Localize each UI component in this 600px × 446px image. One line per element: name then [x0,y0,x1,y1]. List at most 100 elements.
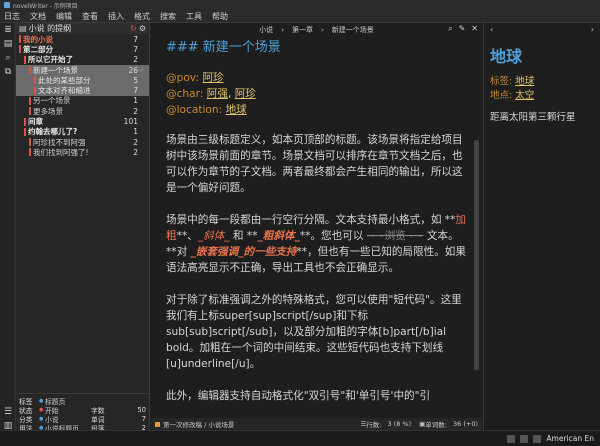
breadcrumb-separator: › [281,25,284,34]
menu-item[interactable]: 插入 [108,11,124,22]
location-line: @location: 地球 [166,104,247,116]
novel-view-icon[interactable]: ▤ [0,37,16,51]
lines-label: 行数: [366,421,382,429]
tag-line: 标签: 地球 [490,76,535,87]
viewer-nav: ‹ › [490,25,594,37]
words-label: 单词数: [425,421,447,429]
status-marker [29,148,31,157]
novel-icon: ▤ [19,24,27,33]
tree-row-label: 阿珍找不到阿强 [33,137,86,147]
paragraph: 对于除了标准强调之外的特殊格式，您可以使用"短代码"。这里我们有上标super[… [166,294,462,370]
app-icon [4,2,10,8]
menu-item[interactable]: 文档 [30,11,46,22]
close-icon[interactable]: ✕ [471,24,478,34]
paragraph: 此外，编辑器支持自动格式化"双引号"和'单引号'中的"引 [166,390,431,402]
tree-row[interactable]: 文本对齐和缩进 7 [16,85,149,96]
settings-icon[interactable]: ⚙ [139,24,146,33]
pov-line: @pov: 阿珍 [166,72,224,84]
title-bar: novelWriter - 示例项目 [0,0,600,10]
outline-icon[interactable]: ⧉ [0,65,16,79]
editor-scrollbar[interactable] [474,140,479,370]
tree-row[interactable]: 间章 101 [16,116,149,126]
system-taskbar: American En [0,430,600,446]
tree-row[interactable]: 新建一个场景 26 ✓ [16,64,149,76]
tray-icon[interactable] [533,434,542,443]
keyboard-language[interactable]: American En [546,434,594,443]
status-marker [34,76,36,85]
scene-heading: ### 新建一个场景 [166,40,281,55]
tree-row-count: 7 [133,34,138,44]
editor-status-bar: 第一次修改稿 / 小说场景 ☰ 行数: 3 (8 %) ▣ 单词数: 36 (+… [151,418,482,430]
tree-row-count: 1 [133,127,138,137]
menu-item[interactable]: 搜索 [160,11,176,22]
tree-row[interactable]: 我的小说 7 [16,34,149,44]
status-marker [34,86,36,95]
search-icon[interactable]: ⌕ [448,24,452,34]
tree-row-label: 此处的某些部分 [38,75,91,85]
tree-row-label: 新建一个场景 [33,65,78,75]
tree-row-count: 5 [133,75,138,85]
tree-row-count: 2 [133,55,138,65]
meta-block: @pov: 阿珍 @char: 阿强, 阿珍 @location: 地球 [166,70,467,118]
stat-value: 7 [141,414,146,423]
menu-item[interactable]: 工具 [186,11,202,22]
menu-item[interactable]: 格式 [134,11,150,22]
status-marker [24,127,26,136]
document-editor[interactable]: ### 新建一个场景 @pov: 阿珍 @char: 阿强, 阿珍 @locat… [151,36,482,418]
status-marker [24,55,26,64]
viewer-body: 距离太阳第三颗行星 [490,112,576,123]
tree-row-label: 我的小说 [23,34,53,44]
paragraph: 场景中的每一段都由一行空行分隔。文本支持最小格式，如 **加粗**、_斜体_ 和… [166,214,466,274]
editor-breadcrumb: 小说 › 第一章 › 新建一个场景 ⌕ ✎ ✕ [151,23,482,36]
window-title: novelWriter - 示例项目 [13,2,78,10]
edit-icon[interactable]: ✎ [459,24,466,34]
tree-row-label: 间章 [28,117,43,127]
tree-row-check[interactable]: ✓ [138,67,146,74]
tray-icon[interactable] [520,434,529,443]
novel-tree-panel: ▤ 小说 的提纲 ↻ ⚙ 我的小说 7 第二部分 7 所以它开始了 2 新建一个场景 26 ✓ 此… [16,23,150,393]
tree-row-count: 2 [133,106,138,116]
menu-item[interactable]: 查看 [82,11,98,22]
project-tree-icon[interactable]: ≣ [0,23,16,37]
tray-icon[interactable] [507,434,516,443]
tree-row-label: 第二部分 [23,44,53,54]
tree-row[interactable]: 第二部分 7 [16,44,149,54]
refresh-icon[interactable]: ↻ [130,24,137,33]
left-toolbar: ≣ ▤ ⌕ ⧉ ☰ ▥ ⚙ [0,23,16,446]
tree-row[interactable]: 所以它开始了 2 [16,55,149,65]
breadcrumb-part: 新建一个场景 [331,25,374,34]
menu-item[interactable]: 日志 [4,11,20,22]
stat-value: 50 [137,405,146,414]
tree-row[interactable]: 另一个场景 1 [16,96,149,106]
char-line: @char: 阿强, 阿珍 [166,88,256,100]
menu-item[interactable]: 帮助 [212,11,228,22]
menu-bar: 日志 文档 编辑 查看 插入 格式 搜索 工具 帮助 [0,10,600,23]
tree-row[interactable]: 约翰去哪儿了? 1 [16,127,149,137]
tree-row[interactable]: 更多场景 2 [16,106,149,116]
status-marker [29,66,31,75]
breadcrumb-separator: › [321,25,324,34]
tree-row-label: 更多场景 [33,106,63,116]
tree-row-count: 1 [133,96,138,106]
tree-row-label: 约翰去哪儿了? [28,127,78,137]
tree-row-label: 所以它开始了 [28,55,73,65]
document-viewer: ‹ › 地球 标签: 地球 地点: 太空 距离太阳第三颗行星 [483,23,600,430]
tree-row[interactable]: 此处的某些部分 5 [16,75,149,86]
tree-row-count: 26 [128,65,138,75]
words-value: 36 (+0) [453,420,478,428]
tree-row-label: 另一个场景 [33,96,71,106]
forward-icon[interactable]: › [591,25,594,37]
tree-row-count: 2 [133,147,138,157]
tree-row[interactable]: 阿珍找不到阿强 2 [16,137,149,147]
back-icon[interactable]: ‹ [490,25,493,37]
status-marker [24,117,26,126]
tree-row[interactable]: 我们找到阿强了! 2 [16,147,149,157]
list-icon[interactable]: ☰ [0,405,16,419]
status-marker [19,35,21,44]
breadcrumb-part: 第一章 [292,25,313,34]
menu-item[interactable]: 编辑 [56,11,72,22]
tree-row-label: 文本对齐和缩进 [38,86,91,96]
search-icon[interactable]: ⌕ [0,51,16,65]
tree-row-count: 7 [133,86,138,96]
tree-row-label: 我们找到阿强了! [33,147,89,157]
